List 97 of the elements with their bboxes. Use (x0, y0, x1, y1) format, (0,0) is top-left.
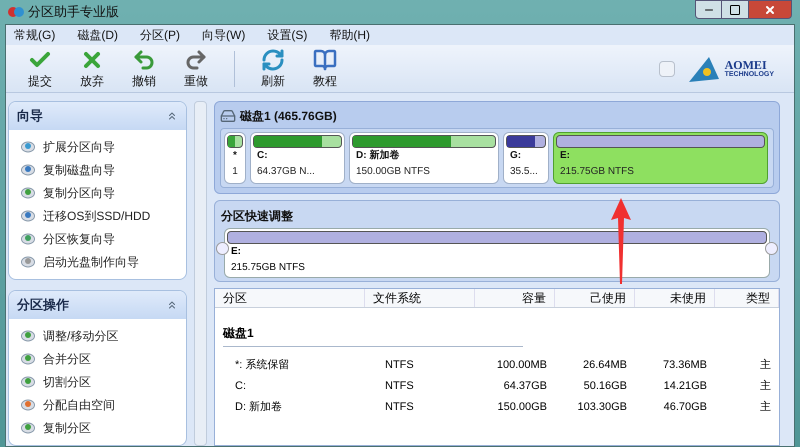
group-header: 磁盘1 (223, 324, 523, 347)
sidebar-item[interactable]: 启动光盘制作向导 (43, 253, 139, 271)
sidebar-item[interactable]: 分区恢复向导 (43, 230, 115, 248)
menu-item[interactable]: 磁盘(D) (77, 26, 118, 44)
table-cell-text: NTFS (384, 379, 415, 394)
partition-block[interactable]: G: 35.5... (503, 132, 549, 184)
partition-detail: 215.75GB NTFS (559, 165, 635, 179)
table-cell-text: 64.37GB (502, 379, 548, 394)
maximize-icon (729, 4, 741, 16)
maximize-button[interactable] (722, 0, 748, 19)
sidebar-item[interactable]: 复制分区 (43, 419, 91, 437)
redo-icon (184, 48, 208, 72)
sidebar-item[interactable]: 迁移OS到SSD/HDD (43, 207, 150, 225)
resize-handle[interactable] (216, 242, 229, 255)
partition-detail: 1 (231, 165, 239, 179)
option-checkbox[interactable] (658, 60, 675, 76)
disk-title: 磁盘1 (465.76GB) (240, 108, 337, 125)
partition-block[interactable]: D: 新加卷 150.00GB NTFS (349, 132, 499, 184)
table-cell-text: 50.16GB (582, 379, 628, 394)
table-cell-text: 主 (759, 358, 772, 374)
table-cell-text: 46.70GB (662, 400, 708, 416)
resize-handle[interactable] (765, 242, 778, 255)
sidebar-item[interactable]: 复制分区向导 (43, 184, 115, 202)
table-cell-text: 14.21GB (662, 379, 708, 394)
menu-item[interactable]: 帮助(H) (329, 26, 370, 44)
refresh-icon (261, 48, 285, 72)
partition-block[interactable]: * 1 (224, 132, 246, 184)
table-cell-text: 主 (759, 378, 772, 394)
table-cell-text: 26.64MB (582, 358, 628, 374)
close-icon (764, 4, 776, 16)
undo-icon (132, 48, 156, 72)
partition-name: C: (256, 149, 269, 163)
partition-detail: 64.37GB N... (256, 165, 316, 179)
table-cell-text: NTFS (384, 400, 415, 416)
partition-block[interactable]: C: 64.37GB N... (250, 132, 345, 184)
disk-icon (21, 422, 35, 434)
panel-title: 分区操作 (17, 296, 69, 314)
table-cell-text: 主 (759, 400, 772, 416)
partition-name: E: (559, 149, 571, 163)
app-icon (8, 5, 24, 19)
toolbar-button[interactable]: 教程 (299, 48, 351, 90)
partition-name: D: 新加卷 (355, 148, 400, 163)
column-header[interactable]: 己使用 (555, 289, 635, 307)
table-cell-text: 100.00MB (496, 358, 548, 374)
toolbar-button[interactable]: 放弃 (66, 48, 118, 90)
table-cell-text: *: 系统保留 (234, 358, 290, 374)
disk-icon (21, 399, 35, 411)
table-cell-text: D: 新加卷 (234, 400, 284, 416)
book-icon (313, 48, 337, 72)
table-cell-text: 73.36MB (662, 358, 708, 374)
sidebar-item[interactable]: 合并分区 (43, 350, 91, 368)
partition-detail: 35.5... (509, 165, 539, 179)
partition-detail: 215.75GB NTFS (230, 261, 306, 275)
column-header[interactable]: 未使用 (635, 289, 715, 307)
partition-name: G: (509, 149, 522, 163)
menu-item[interactable]: 常规(G) (14, 26, 56, 44)
partition-name: * (232, 149, 238, 163)
partition-detail: 150.00GB NTFS (355, 165, 431, 179)
disk-icon (21, 256, 35, 268)
table-cell-text: NTFS (384, 358, 415, 374)
quick-adjust-title: 分区快速调整 (221, 209, 293, 223)
disk-icon (21, 141, 35, 153)
menu-item[interactable]: 分区(P) (140, 26, 180, 44)
table-cell-text: C: (234, 379, 247, 394)
window-title: 分区助手专业版 (28, 3, 120, 22)
disk-icon (21, 330, 35, 342)
menu-item[interactable]: 向导(W) (202, 26, 246, 44)
column-header[interactable]: 容量 (475, 289, 555, 307)
sidebar-item[interactable]: 复制磁盘向导 (43, 161, 115, 179)
logo-name: AOMEI (724, 59, 767, 71)
column-header[interactable]: 类型 (715, 289, 779, 307)
disk-icon (21, 233, 35, 245)
disk-icon (21, 210, 35, 222)
toolbar-button[interactable]: 提交 (14, 48, 66, 90)
disk-icon (21, 164, 35, 176)
sidebar-item[interactable]: 分配自由空间 (43, 396, 115, 414)
partition-block[interactable]: E: 215.75GB NTFS (553, 132, 768, 184)
disk-icon (21, 187, 35, 199)
disk-icon (21, 353, 35, 365)
sidebar-item[interactable]: 切割分区 (43, 373, 91, 391)
table-cell-text: 103.30GB (576, 400, 628, 416)
sidebar-item[interactable]: 扩展分区向导 (43, 138, 115, 156)
panel-title: 向导 (17, 107, 43, 126)
toolbar-button[interactable]: 撤销 (118, 48, 170, 90)
logo-icon (686, 54, 721, 82)
partition-name: E: (230, 245, 242, 259)
toolbar-button[interactable]: 刷新 (247, 48, 299, 90)
column-header[interactable]: 分区 (215, 289, 365, 307)
scrollbar[interactable] (194, 101, 207, 446)
toolbar-button[interactable]: 重做 (170, 48, 222, 90)
column-header[interactable]: 文件系统 (365, 289, 475, 307)
menu-item[interactable]: 设置(S) (267, 26, 308, 44)
disk-icon (21, 376, 35, 388)
minimize-button[interactable] (695, 0, 722, 19)
sidebar-item[interactable]: 调整/移动分区 (43, 327, 118, 345)
table-cell-text: 150.00GB (496, 400, 548, 416)
close-button[interactable] (748, 0, 792, 19)
